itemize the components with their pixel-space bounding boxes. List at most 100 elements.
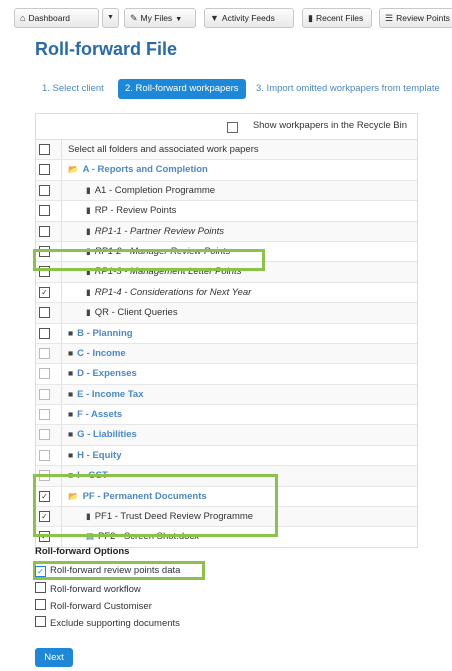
row-checkbox[interactable]: ✓ [39, 286, 50, 298]
tree-row-folder-pf: ✓ 📂 PF - Permanent Documents [36, 486, 417, 508]
file-icon: ▮ [86, 205, 91, 216]
row-checkbox[interactable] [39, 429, 50, 441]
row-checkbox[interactable] [39, 245, 50, 257]
tree-row-rp1-3: ▮ RP1-3 - Management Letter Points [36, 262, 417, 283]
top-toolbar: ⌂ Dashboard ▼ ✎ My Files ▼ ▼ Activity Feeds … [14, 8, 452, 28]
my-files-button[interactable]: ✎ My Files ▼ [124, 8, 196, 28]
file-label: QR - Client Queries [94, 307, 178, 319]
option-checkbox[interactable]: ✓ [35, 566, 46, 577]
row-checkbox[interactable] [39, 266, 50, 278]
tree-row-folder-i: ■ I - GST [36, 466, 417, 487]
tree-row-pf1: ✓ ▮ PF1 - Trust Deed Review Programme [36, 507, 417, 528]
folder-icon: ■ [68, 327, 74, 338]
file-icon: ▮ [86, 286, 91, 297]
dashboard-label: Dashboard [28, 13, 71, 23]
option-checkbox[interactable] [35, 599, 46, 610]
row-checkbox[interactable] [39, 327, 50, 339]
folder-icon: ■ [68, 368, 74, 379]
word-document-icon: ▤ [86, 531, 95, 542]
file-label: RP1-3 - Management Letter Points [94, 266, 242, 278]
tree-row-folder-d: ■ D - Expenses [36, 364, 417, 385]
tree-row-folder-h: ■ H - Equity [36, 445, 417, 467]
row-checkbox[interactable] [39, 409, 50, 421]
folder-link-d[interactable]: D - Expenses [77, 368, 137, 379]
step-roll-forward-workpapers[interactable]: 2. Roll-forward workpapers [118, 79, 246, 99]
recent-files-label: Recent Files [315, 13, 364, 23]
caret-down-icon: ▼ [175, 16, 183, 23]
next-button[interactable]: Next [35, 648, 73, 667]
option-workflow[interactable]: Roll-forward workflow [35, 582, 141, 596]
dashboard-button[interactable]: ⌂ Dashboard [14, 8, 99, 28]
folder-link-pf[interactable]: PF - Permanent Documents [83, 491, 207, 502]
row-checkbox[interactable] [39, 144, 50, 155]
folder-link-c[interactable]: C - Income [77, 348, 126, 359]
tree-row-folder-g: ■ G - Liabilities [36, 425, 417, 446]
folder-link-g[interactable]: G - Liabilities [77, 429, 137, 440]
file-label: PF1 - Trust Deed Review Programme [94, 511, 254, 523]
option-exclude-supporting[interactable]: Exclude supporting documents [35, 616, 180, 630]
file-icon: ▮ [308, 13, 313, 23]
file-label: RP1-1 - Partner Review Points [94, 225, 225, 237]
page-title: Roll-forward File [35, 39, 178, 59]
dashboard-dropdown-button[interactable]: ▼ [102, 8, 119, 28]
review-points-button[interactable]: ☰ Review Points [379, 8, 452, 28]
step-import-omitted[interactable]: 3. Import omitted workpapers from templa… [256, 79, 440, 99]
file-label: A1 - Completion Programme [94, 184, 216, 196]
folder-link-a[interactable]: A - Reports and Completion [83, 164, 208, 175]
row-checkbox[interactable]: ✓ [39, 511, 50, 523]
folder-link-e[interactable]: E - Income Tax [77, 389, 143, 400]
file-label: RP - Review Points [94, 205, 177, 217]
tree-row-qr: ▮ QR - Client Queries [36, 303, 417, 324]
row-checkbox[interactable] [39, 388, 50, 400]
row-checkbox[interactable] [39, 449, 50, 461]
row-checkbox[interactable] [39, 470, 50, 482]
folder-link-h[interactable]: H - Equity [77, 450, 121, 461]
file-label: RP1-2 - Manager Review Points [94, 245, 231, 257]
tree-row-rp: ▮ RP - Review Points [36, 201, 417, 222]
row-checkbox[interactable] [39, 307, 50, 319]
row-checkbox[interactable] [39, 184, 50, 196]
file-icon: ▮ [86, 511, 91, 522]
option-review-points[interactable]: ✓ Roll-forward review points data [35, 564, 180, 578]
activity-feeds-label: Activity Feeds [221, 13, 275, 23]
step-select-client[interactable]: 1. Select client [42, 79, 104, 99]
filter-icon: ▼ [210, 13, 219, 23]
folder-link-i[interactable]: I - GST [77, 470, 108, 481]
file-icon: ▮ [86, 184, 91, 195]
show-recycle-bin-label: Show workpapers in the Recycle Bin [252, 120, 407, 131]
file-icon: ▮ [86, 266, 91, 277]
folder-icon: ■ [68, 388, 74, 399]
tree-row-pf2: ✓ ▤ PF2 - Screen Shot.docx [36, 527, 417, 547]
option-label: Roll-forward review points data [50, 565, 181, 576]
folder-link-f[interactable]: F - Assets [77, 409, 122, 420]
file-icon: ▮ [86, 225, 91, 236]
row-checkbox[interactable] [39, 347, 50, 359]
folder-link-b[interactable]: B - Planning [77, 328, 132, 339]
home-icon: ⌂ [20, 13, 26, 23]
file-icon: ▮ [86, 245, 91, 256]
tree-row-rp1-1: ▮ RP1-1 - Partner Review Points [36, 221, 417, 242]
row-checkbox[interactable] [39, 225, 50, 237]
row-checkbox[interactable] [39, 164, 50, 176]
caret-down-icon: ▼ [107, 14, 114, 21]
tree-row-folder-e: ■ E - Income Tax [36, 384, 417, 406]
workpaper-tree: Show workpapers in the Recycle Bin Selec… [35, 113, 418, 548]
tree-row-folder-a: 📂 A - Reports and Completion [36, 160, 417, 181]
option-customiser[interactable]: Roll-forward Customiser [35, 599, 152, 613]
activity-feeds-button[interactable]: ▼ Activity Feeds [204, 8, 294, 28]
tree-row-rp1-4: ✓ ▮ RP1-4 - Considerations for Next Year [36, 282, 417, 304]
tree-row-select-all: Select all folders and associated work p… [36, 140, 417, 161]
option-checkbox[interactable] [35, 582, 46, 593]
option-checkbox[interactable] [35, 616, 46, 627]
row-checkbox[interactable]: ✓ [39, 490, 50, 502]
row-checkbox[interactable]: ✓ [39, 531, 50, 543]
folder-icon: ■ [68, 429, 74, 440]
row-checkbox[interactable] [39, 205, 50, 217]
row-checkbox[interactable] [39, 368, 50, 380]
show-recycle-bin-checkbox[interactable] [227, 122, 238, 133]
recent-files-button[interactable]: ▮ Recent Files [302, 8, 372, 28]
review-points-label: Review Points [396, 13, 450, 23]
option-label: Roll-forward Customiser [50, 601, 152, 612]
folder-open-icon: 📂 [68, 490, 79, 501]
folder-icon: ■ [68, 347, 74, 358]
